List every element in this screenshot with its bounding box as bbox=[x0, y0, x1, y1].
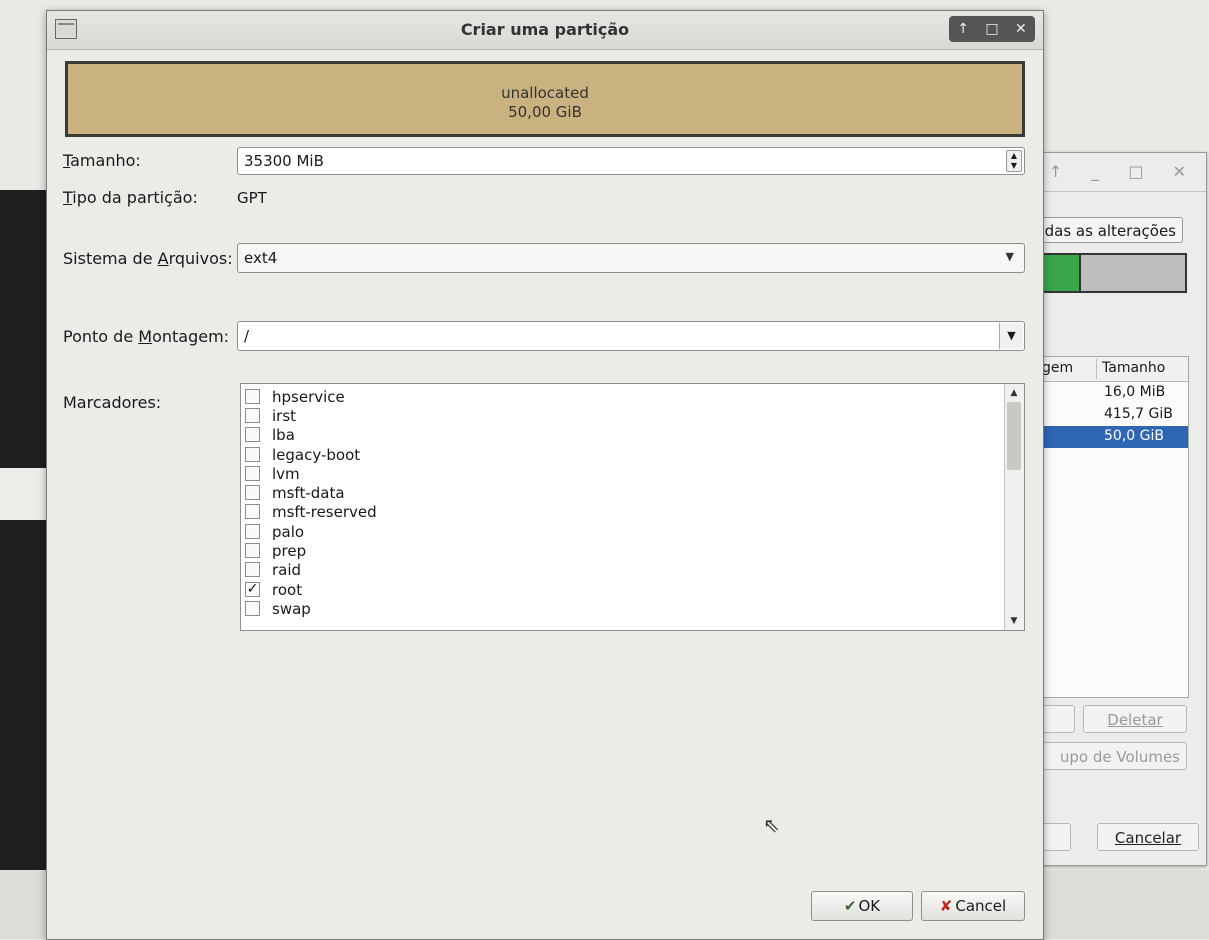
checkbox[interactable] bbox=[245, 524, 260, 539]
checkbox[interactable] bbox=[245, 408, 260, 423]
scroll-thumb[interactable] bbox=[1007, 402, 1021, 470]
flags-list: hpservice irst lba legacy-boot lvm msft-… bbox=[240, 383, 1025, 631]
header-mount[interactable]: gem bbox=[1042, 360, 1073, 376]
partition-size: 50,00 GiB bbox=[508, 103, 582, 121]
partition-type-value: GPT bbox=[237, 189, 267, 207]
checkbox[interactable] bbox=[245, 504, 260, 519]
flag-msft-data[interactable]: msft-data bbox=[245, 483, 345, 502]
delete-button[interactable]: Deletar bbox=[1083, 705, 1187, 733]
checkbox[interactable] bbox=[245, 447, 260, 462]
scroll-up-icon[interactable]: ▲ bbox=[1007, 386, 1021, 400]
checkbox[interactable] bbox=[245, 389, 260, 404]
filesystem-label: Sistema de Arquivos: bbox=[63, 249, 233, 268]
flags-label: Marcadores: bbox=[63, 393, 162, 412]
cancel-button[interactable]: ✘ Cancel bbox=[921, 891, 1025, 921]
flag-hpservice[interactable]: hpservice bbox=[245, 387, 345, 406]
disk-usage-bar bbox=[1033, 253, 1187, 293]
cancel-x-icon: ✘ bbox=[939, 897, 953, 915]
checkbox[interactable] bbox=[245, 601, 260, 616]
desktop-background bbox=[0, 190, 46, 870]
flag-lba[interactable]: lba bbox=[245, 425, 295, 444]
flag-root[interactable]: ✓ root bbox=[245, 580, 302, 599]
checkbox[interactable] bbox=[245, 427, 260, 442]
filesystem-dropdown[interactable]: ext4 ▼ bbox=[237, 243, 1025, 273]
background-window-controls[interactable]: ↑ _ □ ✕ bbox=[1049, 162, 1198, 181]
flag-palo[interactable]: palo bbox=[245, 522, 304, 541]
checkbox[interactable] bbox=[245, 562, 260, 577]
ok-button[interactable]: ✔ OK bbox=[811, 891, 913, 921]
apply-check-icon: ✔ bbox=[843, 897, 857, 915]
maximize-icon[interactable]: □ bbox=[985, 21, 998, 37]
size-value: 35300 MiB bbox=[244, 152, 324, 170]
table-row[interactable]: 415,7 GiB bbox=[1032, 404, 1188, 426]
mount-point-value[interactable]: / bbox=[244, 327, 249, 345]
partition-type-label: Tipo da partição: bbox=[63, 188, 198, 207]
filesystem-value: ext4 bbox=[244, 249, 278, 267]
dialog-titlebar: Criar uma partição ↑ □ ✕ bbox=[47, 11, 1043, 50]
flag-raid[interactable]: raid bbox=[245, 560, 301, 579]
checkbox-checked[interactable]: ✓ bbox=[245, 582, 260, 597]
flag-legacy-boot[interactable]: legacy-boot bbox=[245, 445, 360, 464]
apply-all-button[interactable]: odas as alterações bbox=[1031, 217, 1183, 243]
size-spinbox[interactable]: 35300 MiB ▲ ▼ bbox=[237, 147, 1025, 175]
close-icon[interactable]: ✕ bbox=[1015, 21, 1027, 37]
flags-scrollbar[interactable]: ▲ ▼ bbox=[1004, 384, 1024, 630]
mount-point-label: Ponto de Montagem: bbox=[63, 327, 230, 346]
flag-msft-reserved[interactable]: msft-reserved bbox=[245, 502, 377, 521]
dropdown-arrow-icon[interactable]: ▼ bbox=[999, 323, 1023, 349]
checkbox[interactable] bbox=[245, 466, 260, 481]
spin-arrows-icon[interactable]: ▲ ▼ bbox=[1006, 150, 1022, 172]
keep-above-icon[interactable]: ↑ bbox=[957, 21, 969, 37]
partition-visual-bar: unallocated 50,00 GiB bbox=[65, 61, 1025, 137]
checkbox[interactable] bbox=[245, 543, 260, 558]
dropdown-arrow-icon: ▼ bbox=[1005, 250, 1014, 263]
flag-lvm[interactable]: lvm bbox=[245, 464, 300, 483]
volume-group-button[interactable]: upo de Volumes bbox=[1031, 742, 1187, 770]
dialog-title: Criar uma partição bbox=[460, 20, 630, 39]
mouse-cursor-icon: ⇖ bbox=[763, 813, 780, 837]
partition-status: unallocated bbox=[501, 84, 589, 102]
background-cancel-button[interactable]: Cancelar bbox=[1097, 823, 1199, 851]
checkbox[interactable] bbox=[245, 485, 260, 500]
create-partition-dialog: Criar uma partição ↑ □ ✕ unallocated 50,… bbox=[46, 10, 1044, 940]
table-row-selected[interactable]: 50,0 GiB bbox=[1032, 426, 1188, 448]
partition-table: gem Tamanho 16,0 MiB 415,7 GiB 50,0 GiB bbox=[1031, 356, 1189, 698]
header-size[interactable]: Tamanho bbox=[1102, 360, 1165, 376]
table-header: gem Tamanho bbox=[1032, 357, 1188, 382]
flag-prep[interactable]: prep bbox=[245, 541, 306, 560]
window-controls: ↑ □ ✕ bbox=[949, 16, 1035, 42]
size-label: Tamanho: bbox=[63, 151, 141, 170]
flag-swap[interactable]: swap bbox=[245, 599, 311, 618]
scroll-down-icon[interactable]: ▼ bbox=[1007, 614, 1021, 628]
mount-point-combo[interactable]: / ▼ bbox=[237, 321, 1025, 351]
flag-irst[interactable]: irst bbox=[245, 406, 296, 425]
table-row[interactable]: 16,0 MiB bbox=[1032, 382, 1188, 404]
